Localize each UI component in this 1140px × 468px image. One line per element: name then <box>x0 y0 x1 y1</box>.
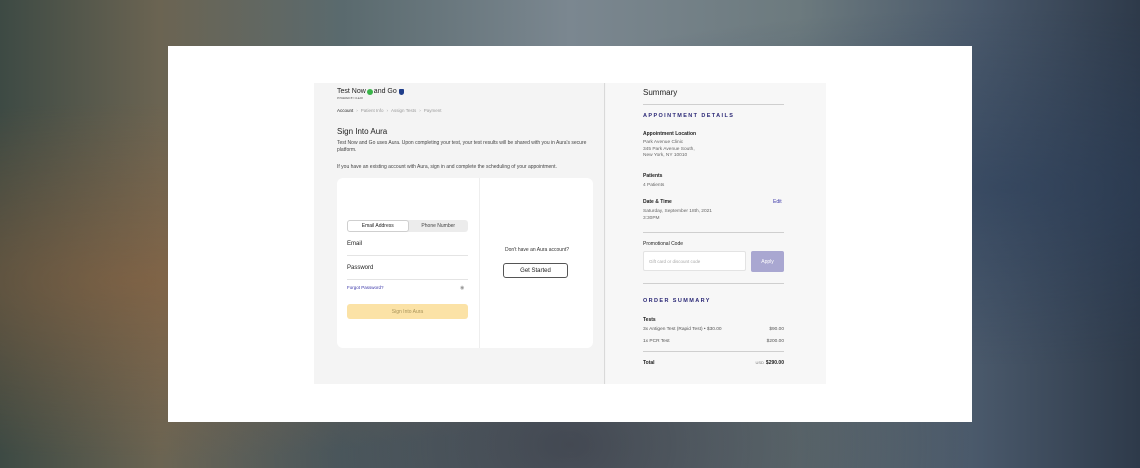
currency-label: USD <box>755 360 764 365</box>
total-label: Total <box>643 360 655 366</box>
sign-in-heading: Sign Into Aura <box>337 127 388 136</box>
lightbox-card: Test Now and Go POWERED BY CLEAR Account… <box>168 46 972 422</box>
password-field[interactable] <box>347 279 468 280</box>
line-item-price: $90.00 <box>769 327 784 332</box>
brand-powered-by: POWERED BY CLEAR <box>337 97 363 100</box>
tab-email-address[interactable]: Email Address <box>347 220 409 232</box>
login-method-toggle: Email Address Phone Number <box>347 220 468 232</box>
breadcrumb-separator: › <box>419 108 421 113</box>
breadcrumb-patient-info[interactable]: Patient Info <box>361 108 384 113</box>
apply-button[interactable]: Apply <box>751 251 784 272</box>
no-account-text: Don't have an Aura account? <box>504 247 570 253</box>
time-line: 3:30PM <box>643 215 660 221</box>
patients-value: 4 Patients <box>643 183 665 188</box>
line-item-name: 1x PCR Test <box>643 339 670 344</box>
brand-name-part2: and Go <box>373 88 397 95</box>
email-field[interactable] <box>347 255 468 256</box>
login-card: Email Address Phone Number Email Passwor… <box>337 178 593 348</box>
breadcrumb-separator: › <box>386 108 389 113</box>
password-label: Password <box>347 265 374 271</box>
brand-dot-icon <box>366 88 373 95</box>
appointment-details-title: APPOINTMENT DETAILS <box>643 113 735 119</box>
breadcrumb-account[interactable]: Account <box>337 108 353 113</box>
appointment-location-value: Park Avenue Clinic 345 Park Avenue South… <box>643 140 695 160</box>
summary-pane: Summary APPOINTMENT DETAILS Appointment … <box>606 83 826 384</box>
total-value: $290.00 <box>765 360 784 366</box>
line-item-price: $200.00 <box>766 339 784 344</box>
breadcrumb: Account › Patient Info › Assign Tests › … <box>337 108 442 113</box>
eye-icon[interactable]: ◉ <box>460 285 464 291</box>
divider <box>643 351 784 352</box>
order-line-item: 3x Antigen Test (Rapid Test) • $30.00 $9… <box>643 327 784 332</box>
location-line: New York, NY 10010 <box>643 153 688 158</box>
promo-code-label: Promotional Code <box>643 241 684 247</box>
shield-icon <box>398 88 404 95</box>
tests-label: Tests <box>643 317 656 323</box>
order-total: Total USD $290.00 <box>643 360 784 366</box>
divider <box>643 232 784 233</box>
brand-logo: Test Now and Go <box>337 88 404 95</box>
edit-date-time-link[interactable]: Edit <box>773 199 782 205</box>
total-amount: USD $290.00 <box>755 360 784 366</box>
date-time-value: Saturday, September 18th, 2021 3:30PM <box>643 209 712 222</box>
tab-phone-number[interactable]: Phone Number <box>409 220 469 232</box>
order-summary-title: ORDER SUMMARY <box>643 298 711 304</box>
breadcrumb-payment[interactable]: Payment <box>424 108 442 113</box>
promo-code-input[interactable]: Gift card or discount code <box>643 251 746 271</box>
checkout-screenshot: Test Now and Go POWERED BY CLEAR Account… <box>314 83 826 384</box>
summary-title: Summary <box>643 88 678 97</box>
forgot-password-link[interactable]: Forgot Password? <box>347 285 384 290</box>
date-line: Saturday, September 18th, 2021 <box>643 209 712 214</box>
email-label: Email <box>347 241 363 247</box>
breadcrumb-assign-tests[interactable]: Assign Tests <box>391 108 416 113</box>
order-line-item: 1x PCR Test $200.00 <box>643 339 784 344</box>
date-time-label: Date & Time <box>643 199 672 205</box>
get-started-button[interactable]: Get Started <box>503 263 568 278</box>
line-item-name: 3x Antigen Test (Rapid Test) • $30.00 <box>643 327 722 332</box>
brand-name-part1: Test Now <box>337 88 366 95</box>
patients-label: Patients <box>643 173 663 179</box>
sign-in-intro: Test Now and Go uses Aura. Upon completi… <box>337 140 587 153</box>
divider <box>643 283 784 284</box>
breadcrumb-separator: › <box>356 108 358 113</box>
card-divider <box>479 178 480 348</box>
sign-in-button[interactable]: Sign Into Aura <box>347 304 468 319</box>
appointment-location-label: Appointment Location <box>643 131 697 137</box>
sign-in-instructions: If you have an existing account with Aur… <box>337 164 557 170</box>
sign-in-pane: Test Now and Go POWERED BY CLEAR Account… <box>314 83 605 384</box>
divider <box>643 104 784 105</box>
